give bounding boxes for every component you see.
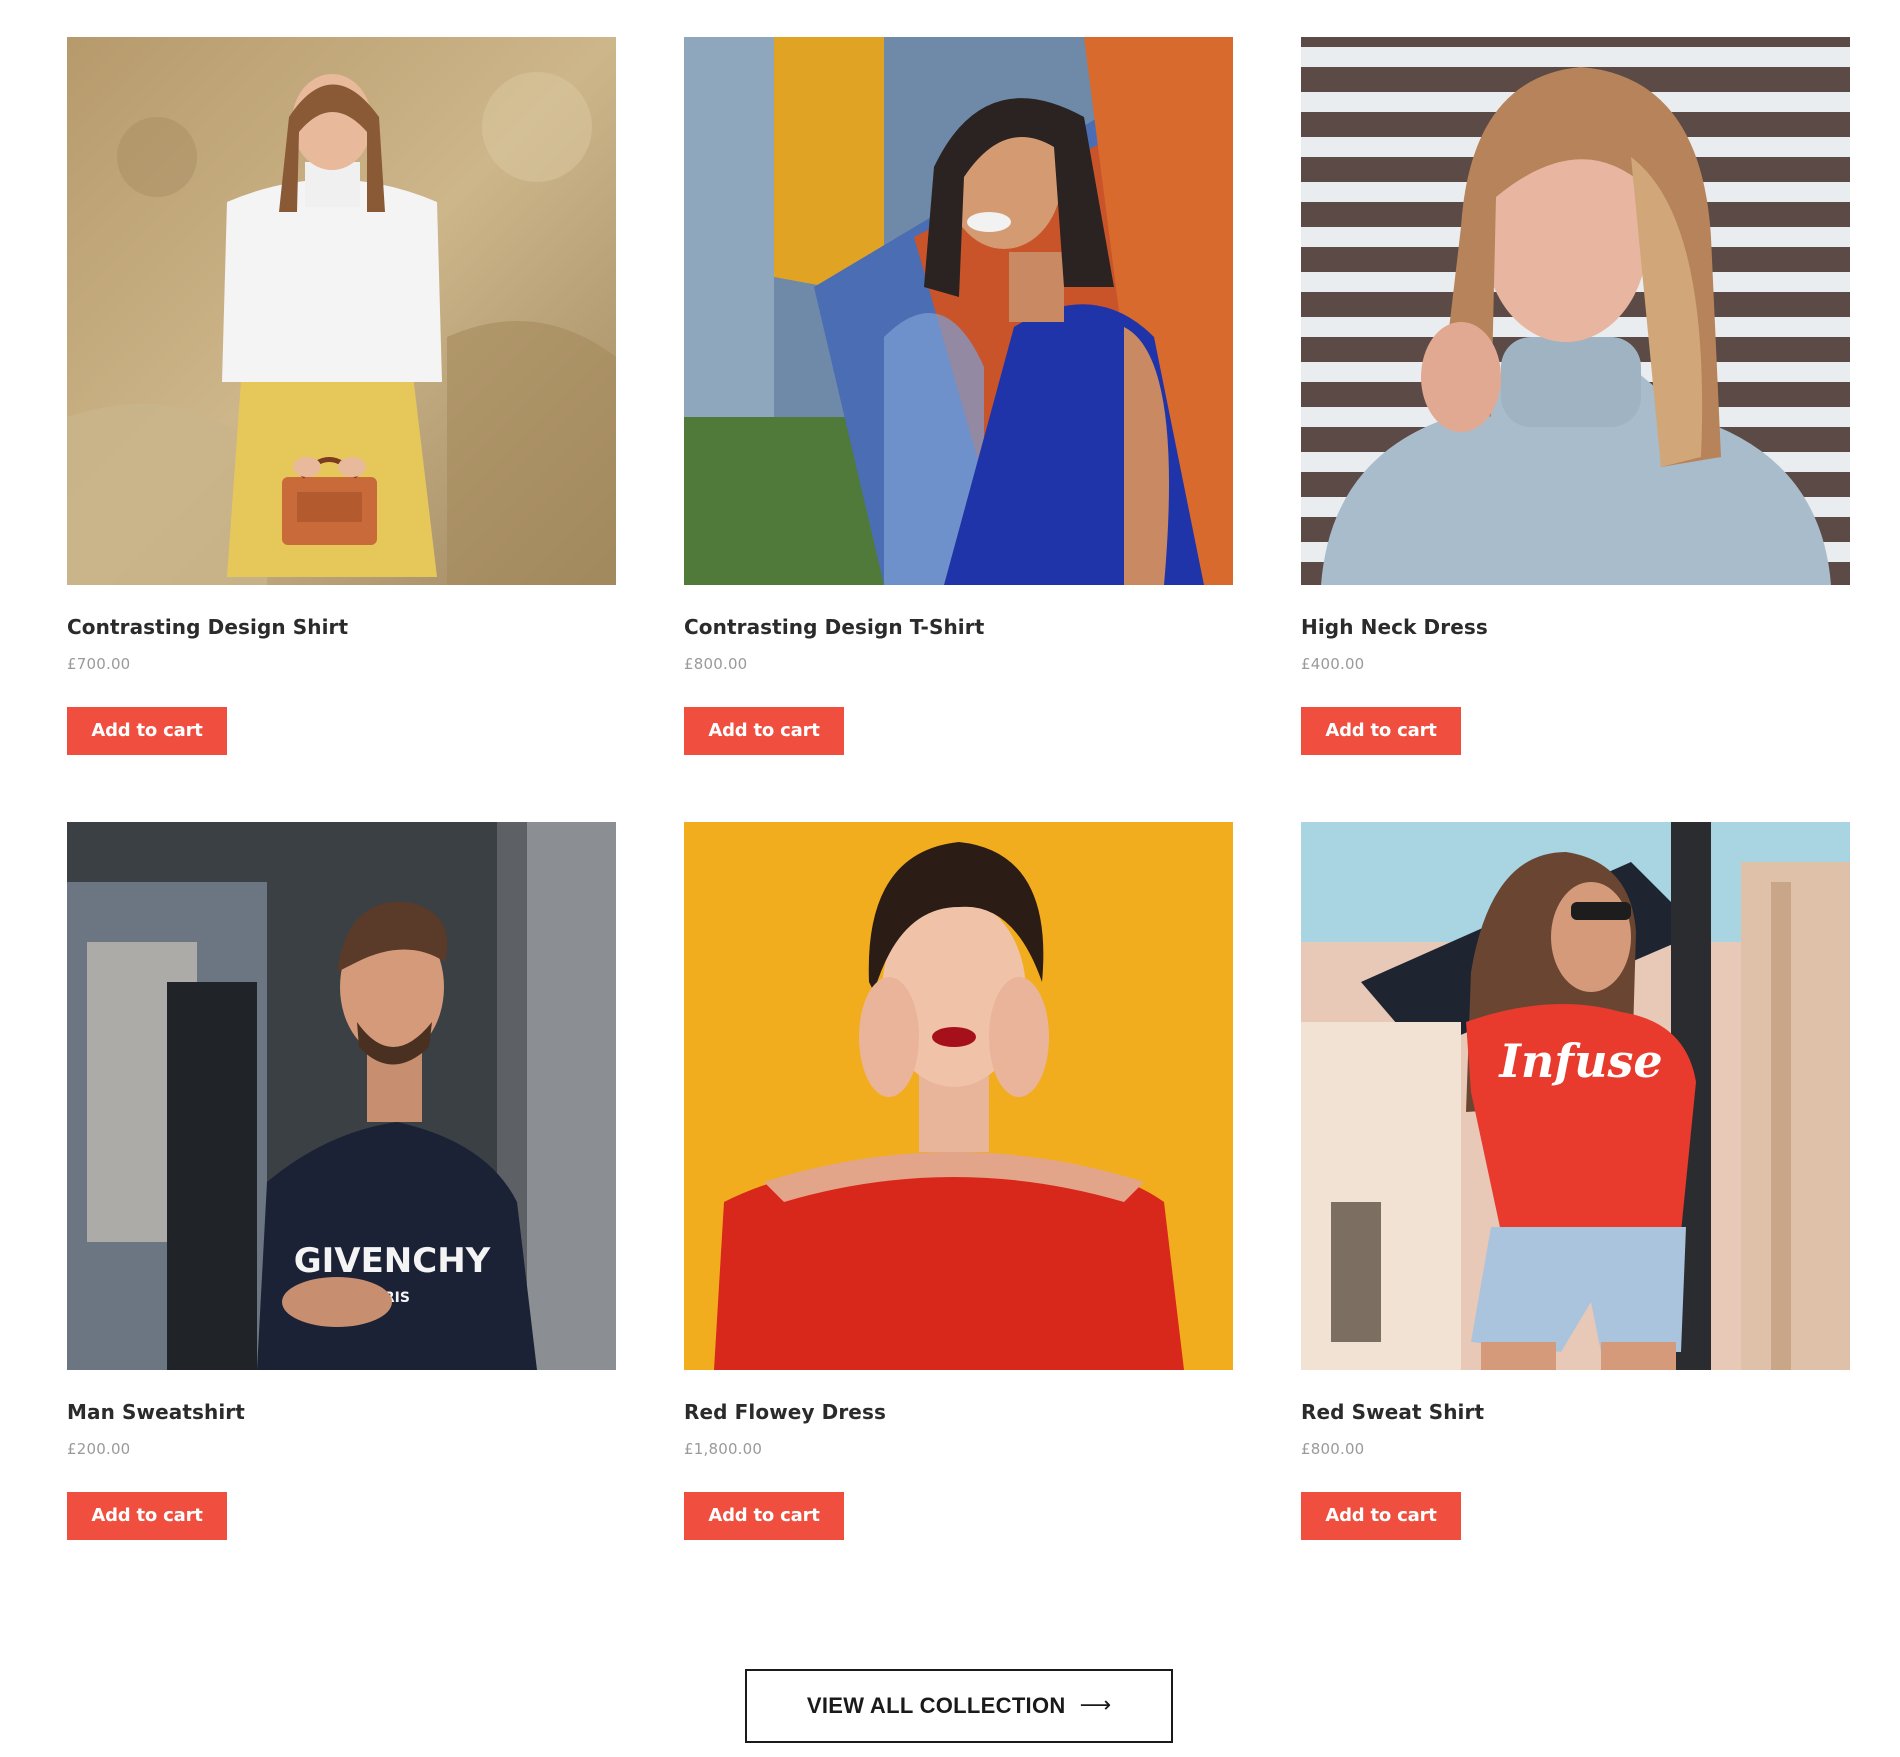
product-price: £200.00 — [67, 1440, 131, 1458]
add-to-cart-button[interactable]: Add to cart — [684, 707, 844, 755]
product-title[interactable]: Man Sweatshirt — [67, 1400, 616, 1424]
product-photo-woman-red-top — [684, 822, 1233, 1370]
product-image[interactable]: GIVENCHY PARIS — [67, 822, 616, 1370]
product-photo-woman-white-sweater — [67, 37, 616, 585]
product-title[interactable]: Red Sweat Shirt — [1301, 1400, 1850, 1424]
product-photo-woman-red-tshirt: Infuse — [1301, 822, 1850, 1370]
add-to-cart-button[interactable]: Add to cart — [67, 707, 227, 755]
view-all-collection-label: VIEW ALL COLLECTION — [806, 1693, 1066, 1718]
view-all-collection-button[interactable]: VIEW ALL COLLECTION ⟶ — [745, 1669, 1173, 1743]
product-image[interactable] — [1301, 37, 1850, 585]
product-title[interactable]: High Neck Dress — [1301, 615, 1850, 639]
product-title[interactable]: Red Flowey Dress — [684, 1400, 1233, 1424]
product-image[interactable] — [684, 37, 1233, 585]
product-grid: Contrasting Design Shirt £700.00 Add to … — [67, 37, 1850, 1607]
product-image[interactable] — [684, 822, 1233, 1370]
add-to-cart-button[interactable]: Add to cart — [684, 1492, 844, 1540]
product-image[interactable] — [67, 37, 616, 585]
product-card: GIVENCHY PARIS Man Sweatshirt £200.00 Ad… — [67, 822, 616, 1607]
product-card: Contrasting Design T-Shirt £800.00 Add t… — [684, 37, 1233, 822]
product-price: £400.00 — [1301, 655, 1365, 673]
add-to-cart-button[interactable]: Add to cart — [67, 1492, 227, 1540]
product-photo-woman-blue-top — [684, 37, 1233, 585]
product-card: Infuse Red Sweat Shirt £800.00 Add to ca… — [1301, 822, 1850, 1607]
product-card: Contrasting Design Shirt £700.00 Add to … — [67, 37, 616, 822]
product-price: £800.00 — [1301, 1440, 1365, 1458]
product-photo-woman-turtleneck — [1301, 37, 1850, 585]
product-title[interactable]: Contrasting Design Shirt — [67, 615, 616, 639]
arrow-right-icon: ⟶ — [1079, 1693, 1112, 1718]
product-price: £700.00 — [67, 655, 131, 673]
svg-text:Infuse: Infuse — [1497, 1034, 1662, 1088]
product-image[interactable]: Infuse — [1301, 822, 1850, 1370]
add-to-cart-button[interactable]: Add to cart — [1301, 1492, 1461, 1540]
product-photo-man-sweatshirt: GIVENCHY PARIS — [67, 822, 616, 1370]
product-price: £1,800.00 — [684, 1440, 763, 1458]
product-card: Red Flowey Dress £1,800.00 Add to cart — [684, 822, 1233, 1607]
add-to-cart-button[interactable]: Add to cart — [1301, 707, 1461, 755]
product-title[interactable]: Contrasting Design T-Shirt — [684, 615, 1233, 639]
product-card: High Neck Dress £400.00 Add to cart — [1301, 37, 1850, 822]
svg-text:GIVENCHY: GIVENCHY — [294, 1241, 491, 1281]
product-price: £800.00 — [684, 655, 748, 673]
